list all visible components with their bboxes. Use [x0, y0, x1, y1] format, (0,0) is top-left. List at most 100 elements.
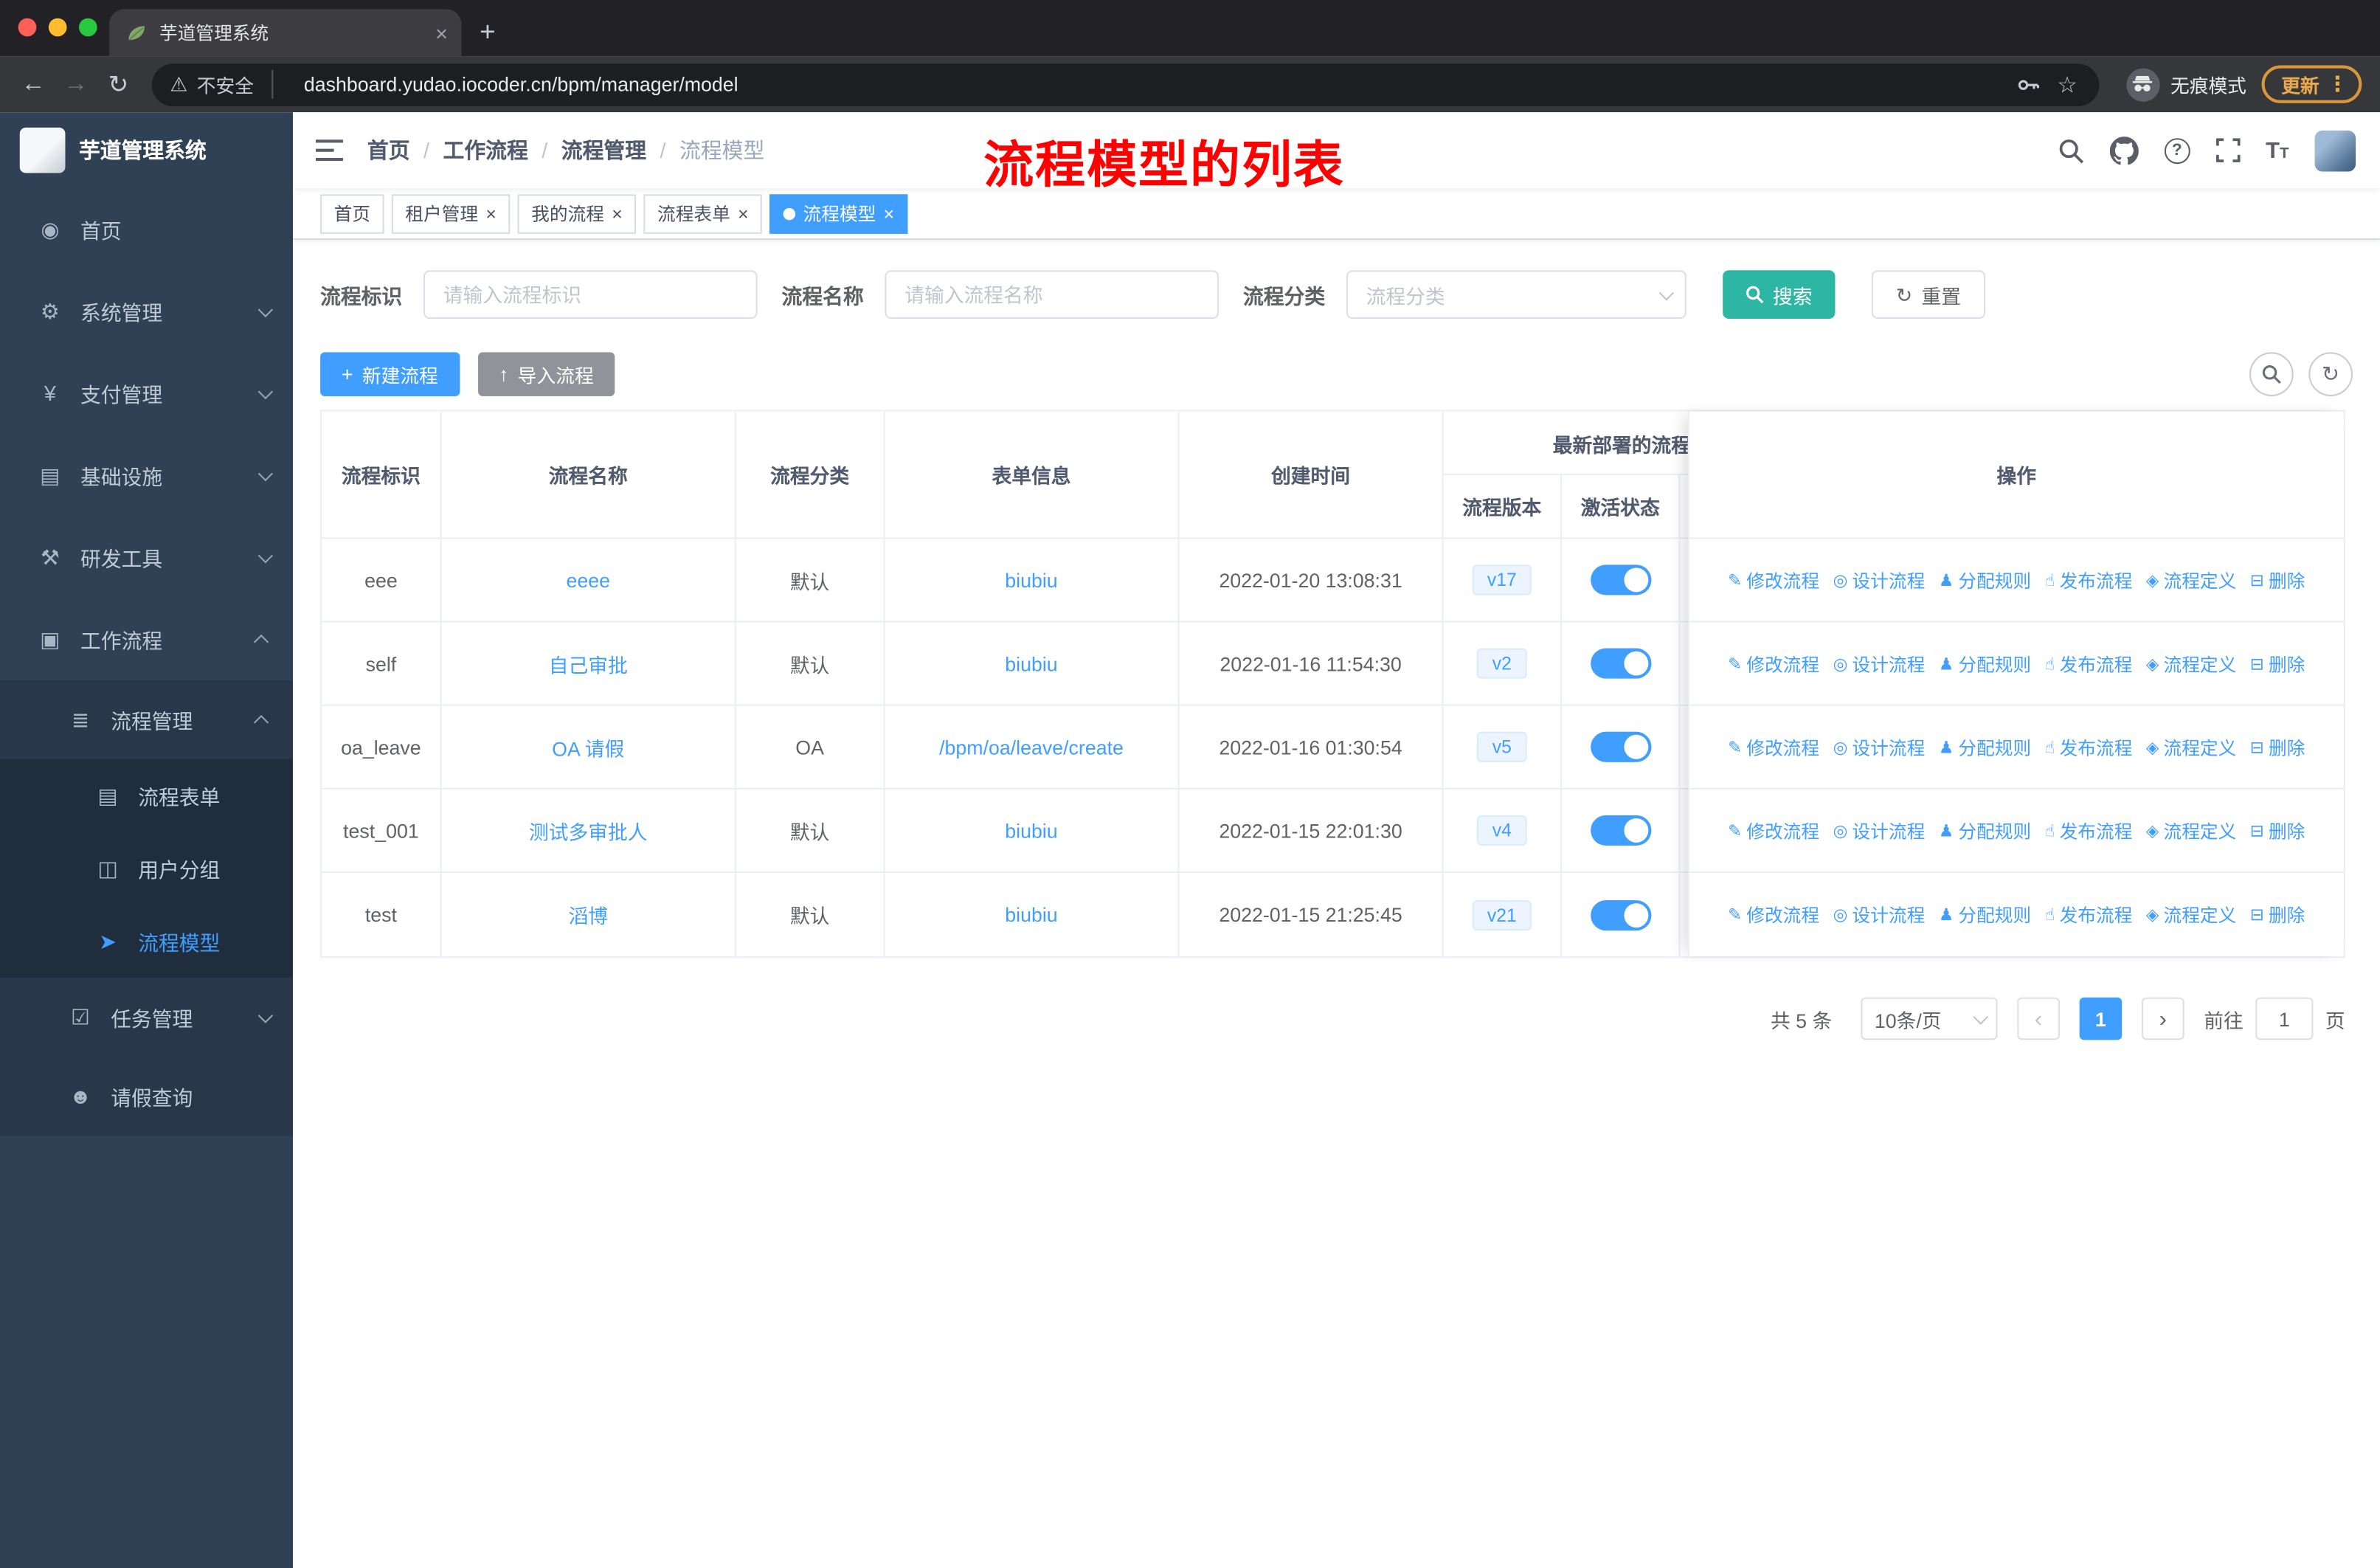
browser-tab[interactable]: 芋道管理系统 ×	[109, 9, 462, 57]
modify-process-link[interactable]: ✎ 修改流程	[1728, 818, 1819, 843]
status-toggle[interactable]	[1590, 731, 1651, 762]
tag-process-form[interactable]: 流程表单 ×	[643, 193, 763, 233]
help-icon[interactable]: ?	[2164, 137, 2190, 164]
search-button[interactable]: 搜索	[1723, 270, 1836, 320]
tag-my-process[interactable]: 我的流程 ×	[517, 193, 637, 233]
process-definition-link[interactable]: ◈ 流程定义	[2146, 818, 2236, 843]
delete-link[interactable]: ⊟ 删除	[2250, 818, 2305, 843]
version-tag[interactable]: v17	[1472, 564, 1532, 595]
sidebar-item-process-management[interactable]: ≣ 流程管理	[0, 680, 294, 759]
reload-button[interactable]: ↻	[97, 63, 140, 106]
chrome-update-button[interactable]: 更新 ⋮	[2261, 65, 2362, 103]
sidebar-item-payment-management[interactable]: ¥ 支付管理	[0, 352, 293, 434]
version-tag[interactable]: v2	[1477, 648, 1527, 679]
modify-process-link[interactable]: ✎ 修改流程	[1728, 651, 1819, 677]
process-name-link[interactable]: 自己审批	[549, 649, 628, 678]
import-process-button[interactable]: ↑ 导入流程	[477, 352, 615, 396]
user-avatar[interactable]	[2314, 129, 2356, 171]
form-link[interactable]: biubiu	[1005, 903, 1057, 926]
page-size-select[interactable]: 10条/页	[1861, 997, 1998, 1040]
assign-rule-link[interactable]: ♟ 分配规则	[1939, 818, 2031, 843]
publish-process-link[interactable]: ☝ 发布流程	[2045, 567, 2133, 593]
sidebar-item-dev-tools[interactable]: ⚒ 研发工具	[0, 517, 293, 598]
browser-menu-kebab-icon[interactable]: ⋮	[2327, 72, 2348, 97]
delete-link[interactable]: ⊟ 删除	[2250, 651, 2305, 677]
sidebar-item-leave-query[interactable]: ☻ 请假查询	[0, 1056, 294, 1136]
assign-rule-link[interactable]: ♟ 分配规则	[1939, 734, 2031, 760]
minimize-window-button[interactable]	[48, 18, 67, 37]
form-link[interactable]: biubiu	[1005, 568, 1057, 591]
process-key-input[interactable]	[423, 270, 758, 320]
process-definition-link[interactable]: ◈ 流程定义	[2146, 902, 2236, 928]
sidebar-item-infrastructure[interactable]: ▤ 基础设施	[0, 434, 293, 516]
process-name-link[interactable]: OA 请假	[552, 733, 624, 761]
toggle-search-button[interactable]	[2249, 352, 2294, 396]
delete-link[interactable]: ⊟ 删除	[2250, 734, 2305, 760]
process-name-input[interactable]	[885, 270, 1220, 320]
process-definition-link[interactable]: ◈ 流程定义	[2146, 651, 2236, 677]
version-tag[interactable]: v21	[1472, 899, 1532, 930]
new-tab-button[interactable]: +	[480, 18, 496, 46]
form-link[interactable]: biubiu	[1005, 652, 1057, 675]
close-window-button[interactable]	[18, 18, 37, 37]
sidebar-item-system-management[interactable]: ⚙ 系统管理	[0, 270, 293, 352]
tag-process-model-active[interactable]: 流程模型 ×	[769, 193, 908, 233]
breadcrumb-item[interactable]: 首页	[367, 135, 410, 165]
status-toggle[interactable]	[1590, 815, 1651, 846]
process-category-select[interactable]: 流程分类	[1346, 270, 1687, 320]
app-logo[interactable]: 芋道管理系统	[0, 112, 293, 188]
sidebar-item-user-group[interactable]: ◫ 用户分组	[0, 832, 294, 905]
assign-rule-link[interactable]: ♟ 分配规则	[1939, 567, 2031, 593]
assign-rule-link[interactable]: ♟ 分配规则	[1939, 651, 2031, 677]
form-link[interactable]: /bpm/oa/leave/create	[939, 736, 1124, 759]
github-icon[interactable]	[2109, 136, 2139, 165]
form-link[interactable]: biubiu	[1005, 819, 1057, 842]
status-toggle[interactable]	[1590, 899, 1651, 930]
page-number-current[interactable]: 1	[2079, 997, 2123, 1040]
security-label[interactable]: 不安全	[197, 69, 274, 99]
fullscreen-icon[interactable]	[2215, 138, 2240, 162]
url-text[interactable]: dashboard.yudao.iocoder.cn/bpm/manager/m…	[304, 73, 2008, 96]
sidebar-item-home[interactable]: ◉ 首页	[0, 188, 293, 270]
design-process-link[interactable]: ◎ 设计流程	[1833, 902, 1926, 928]
modify-process-link[interactable]: ✎ 修改流程	[1728, 567, 1819, 593]
address-bar[interactable]: ⚠ 不安全 dashboard.yudao.iocoder.cn/bpm/man…	[151, 63, 2100, 106]
back-button[interactable]: ←	[12, 63, 55, 106]
goto-page-input[interactable]	[2255, 997, 2314, 1040]
process-name-link[interactable]: eeee	[566, 568, 610, 591]
publish-process-link[interactable]: ☝ 发布流程	[2045, 818, 2133, 843]
sidebar-toggle-hamburger-icon[interactable]	[315, 138, 343, 162]
forward-button[interactable]: →	[55, 63, 97, 106]
design-process-link[interactable]: ◎ 设计流程	[1833, 734, 1926, 760]
prev-page-button[interactable]: ‹	[2017, 997, 2060, 1040]
tab-close-icon[interactable]: ×	[435, 22, 448, 44]
sidebar-item-task-management[interactable]: ☑ 任务管理	[0, 977, 294, 1057]
design-process-link[interactable]: ◎ 设计流程	[1833, 818, 1926, 843]
tag-close-icon[interactable]: ×	[738, 204, 748, 223]
search-icon[interactable]	[2058, 137, 2083, 163]
design-process-link[interactable]: ◎ 设计流程	[1833, 567, 1926, 593]
process-name-link[interactable]: 测试多审批人	[529, 816, 648, 845]
publish-process-link[interactable]: ☝ 发布流程	[2045, 734, 2133, 760]
tag-tenant-management[interactable]: 租户管理 ×	[391, 193, 511, 233]
font-size-icon[interactable]: TT	[2266, 139, 2289, 162]
tag-close-icon[interactable]: ×	[485, 204, 496, 223]
modify-process-link[interactable]: ✎ 修改流程	[1728, 734, 1819, 760]
tag-close-icon[interactable]: ×	[612, 204, 622, 223]
process-definition-link[interactable]: ◈ 流程定义	[2146, 734, 2236, 760]
next-page-button[interactable]: ›	[2141, 997, 2184, 1040]
delete-link[interactable]: ⊟ 删除	[2250, 902, 2305, 928]
status-toggle[interactable]	[1590, 648, 1651, 679]
refresh-table-button[interactable]: ↻	[2308, 352, 2353, 396]
version-tag[interactable]: v5	[1477, 731, 1527, 762]
reset-button[interactable]: ↻ 重置	[1871, 270, 1985, 320]
sidebar-item-process-model[interactable]: ➤ 流程模型	[0, 905, 294, 978]
sidebar-item-process-form[interactable]: ▤ 流程表单	[0, 759, 294, 832]
version-tag[interactable]: v4	[1477, 815, 1527, 846]
design-process-link[interactable]: ◎ 设计流程	[1833, 651, 1926, 677]
modify-process-link[interactable]: ✎ 修改流程	[1728, 902, 1819, 928]
process-name-link[interactable]: 滔博	[568, 900, 608, 929]
password-key-icon[interactable]	[2008, 64, 2047, 103]
breadcrumb-item[interactable]: 流程管理	[561, 135, 646, 165]
process-definition-link[interactable]: ◈ 流程定义	[2146, 567, 2236, 593]
